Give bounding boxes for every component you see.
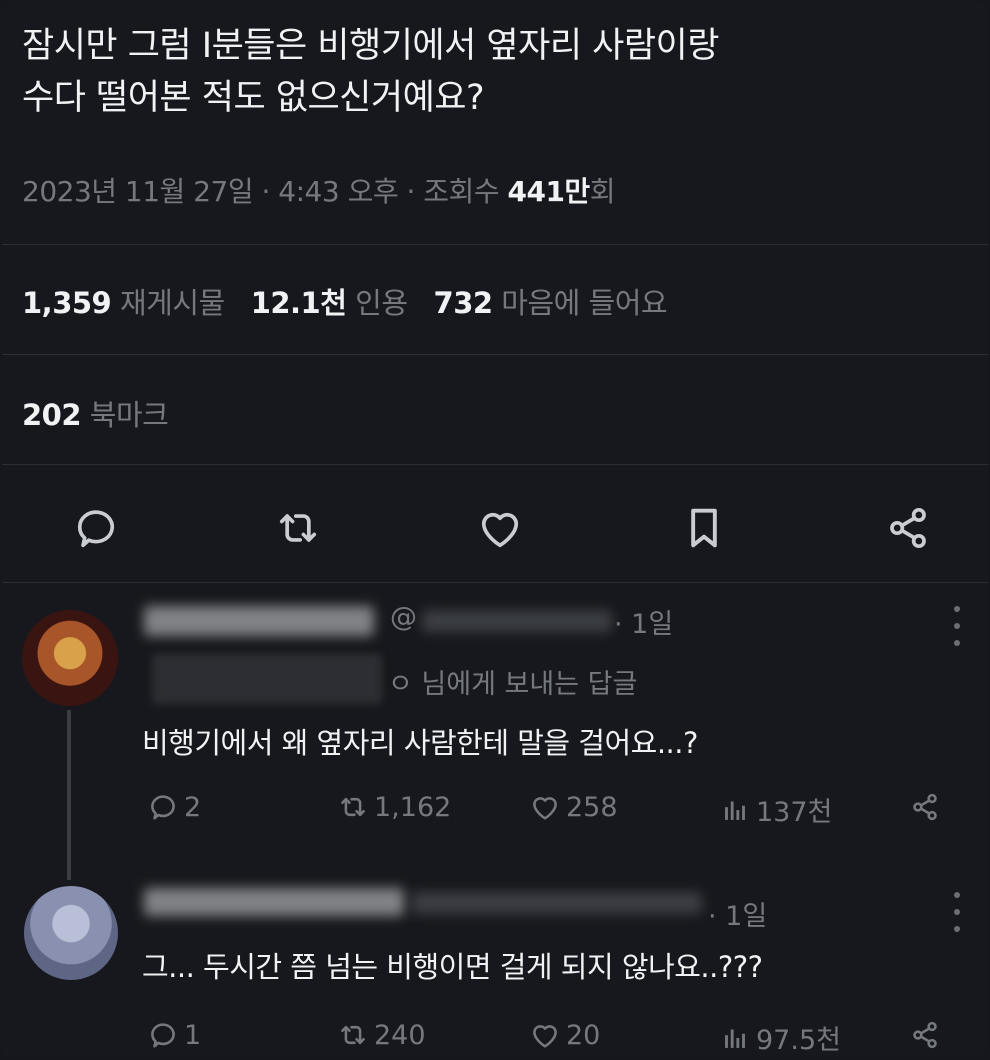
blurred-display-name (144, 888, 404, 916)
thread-line (67, 710, 71, 880)
reply-count[interactable]: 1 (146, 1018, 201, 1052)
engagement-stats: 1,359 재게시물 12.1천 인용 732 마음에 들어요 (22, 280, 668, 322)
reply-text: 그... 두시간 쯤 넘는 비행이면 걸게 되지 않나요..??? (142, 950, 763, 984)
retweet-icon (341, 797, 365, 817)
reply-item[interactable]: @ · 1일 ㅇ 님에게 보내는 답글 비행기에서 왜 옆자리 사람한테 말을 … (2, 592, 988, 880)
heart-icon (533, 797, 557, 820)
like-count[interactable]: 258 (528, 790, 618, 824)
retweet-icon[interactable] (272, 502, 324, 554)
retweet-stat[interactable]: 1,359 재게시물 (22, 286, 225, 320)
tweet-text-line-2: 수다 떨어본 적도 없으신거예요? (22, 78, 485, 118)
share-button[interactable] (908, 1018, 942, 1052)
reply-icon (151, 1023, 175, 1048)
replying-to: ㅇ 님에게 보내는 답글 (388, 669, 638, 700)
share-icon (913, 793, 937, 821)
reply-icon[interactable] (70, 502, 122, 554)
view-count: 441만 (507, 175, 590, 208)
reply-item[interactable]: · 1일 그... 두시간 쯤 넘는 비행이면 걸게 되지 않나요..??? 1… (2, 874, 988, 1058)
tweet-meta: 2023년 11월 27일 · 4:43 오후 · 조회수 441만회 (22, 170, 615, 210)
heart-icon[interactable] (474, 502, 526, 554)
view-count[interactable]: 137천 (718, 790, 832, 829)
view-count-suffix: 회 (589, 175, 616, 208)
tweet-text: 잠시만 그럼 I분들은 비행기에서 옆자리 사람이랑 수다 떨어본 적도 없으신… (22, 20, 962, 124)
divider (2, 354, 988, 355)
avatar[interactable] (24, 886, 118, 980)
reply-icon (151, 795, 175, 820)
analytics-icon (725, 1029, 745, 1048)
reply-time: · 1일 (614, 609, 674, 640)
like-stat[interactable]: 732 마음에 들어요 (434, 286, 668, 320)
reply-count[interactable]: 2 (146, 790, 201, 824)
share-button[interactable] (908, 790, 942, 824)
retweet-count[interactable]: 240 (336, 1018, 426, 1052)
divider (2, 244, 988, 245)
analytics-icon (725, 801, 745, 820)
retweet-icon (341, 1025, 365, 1045)
reply-text: 비행기에서 왜 옆자리 사람한테 말을 걸어요...? (142, 726, 698, 760)
blurred-handle (422, 610, 612, 632)
divider (2, 582, 988, 583)
tweet-text-line-1: 잠시만 그럼 I분들은 비행기에서 옆자리 사람이랑 (22, 26, 719, 66)
blurred-handle (412, 892, 702, 914)
retweet-count[interactable]: 1,162 (336, 790, 451, 824)
reply-handle: @ (390, 602, 417, 633)
blurred-mention (152, 654, 382, 704)
like-count[interactable]: 20 (528, 1018, 600, 1052)
share-icon[interactable] (882, 502, 934, 554)
blurred-display-name (144, 606, 374, 636)
quote-stat[interactable]: 12.1천 인용 (251, 286, 408, 320)
heart-icon (533, 1025, 557, 1048)
avatar[interactable] (22, 610, 118, 706)
bookmark-stat[interactable]: 202 북마크 (22, 392, 169, 434)
tweet-detail-panel: 잠시만 그럼 I분들은 비행기에서 옆자리 사람이랑 수다 떨어본 적도 없으신… (2, 2, 988, 1058)
more-options-icon[interactable] (952, 606, 962, 646)
share-icon (913, 1021, 937, 1049)
view-count[interactable]: 97.5천 (718, 1018, 841, 1057)
tweet-timestamp[interactable]: 2023년 11월 27일 · 4:43 오후 · 조회수 (22, 175, 507, 208)
divider (2, 464, 988, 465)
reply-time: · 1일 (708, 901, 768, 932)
bookmark-icon[interactable] (678, 502, 730, 554)
more-options-icon[interactable] (952, 892, 962, 932)
